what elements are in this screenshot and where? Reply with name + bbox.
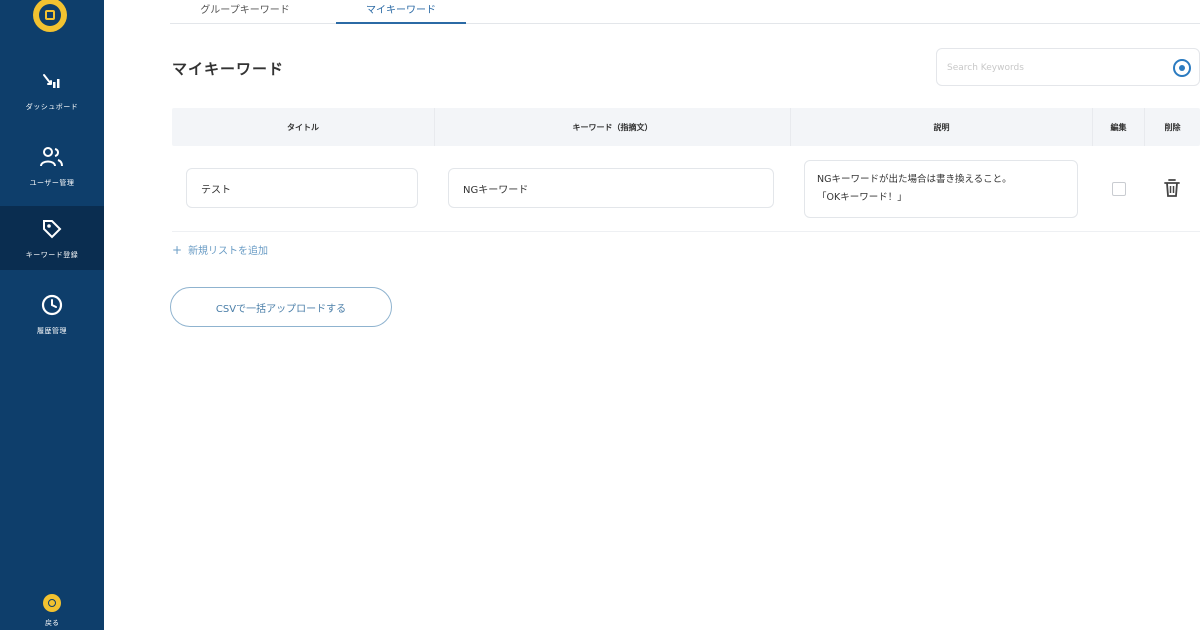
search-icon[interactable] (1173, 59, 1191, 77)
page-title: マイキーワード (172, 60, 285, 78)
column-header-edit: 編集 (1092, 108, 1144, 146)
csv-upload-button[interactable]: CSVで一括アップロードする (170, 287, 392, 327)
sidebar-item-label: 履歴管理 (37, 327, 67, 335)
sidebar-item-label: ユーザー管理 (29, 179, 75, 187)
sidebar-item-users[interactable]: ユーザー管理 (0, 134, 104, 198)
title-field[interactable]: テスト (186, 168, 418, 208)
history-icon (39, 292, 65, 318)
column-header-title: タイトル (287, 122, 319, 132)
tab-my-keywords[interactable]: マイキーワード (336, 0, 466, 24)
search-input[interactable] (947, 58, 1157, 78)
description-line: NGキーワードが出た場合は書き換えること。 (817, 174, 1012, 185)
tag-icon (39, 216, 65, 242)
tab-bar: グループキーワード マイキーワード (170, 0, 1200, 24)
description-line: 「OKキーワード！」 (817, 192, 907, 203)
sidebar-item-dashboard[interactable]: ダッシュボード (0, 58, 104, 122)
tab-group-keywords[interactable]: グループキーワード (170, 0, 320, 24)
sidebar-item-history[interactable]: 履歴管理 (0, 282, 104, 346)
sidebar: ダッシュボード ユーザー管理 キーワード登録 履歴管理 戻る (0, 0, 104, 630)
trash-icon[interactable] (1164, 178, 1180, 198)
dashboard-icon (39, 68, 65, 94)
sidebar-item-label: ダッシュボード (25, 103, 79, 111)
add-list-link[interactable]: + 新規リストを追加 (172, 242, 269, 258)
column-header-description: 説明 (790, 108, 1092, 146)
edit-checkbox[interactable] (1112, 182, 1126, 196)
table-header: タイトル キーワード（指摘文） 説明 編集 削除 (172, 108, 1200, 146)
plus-icon: + (172, 242, 183, 257)
description-field[interactable]: NGキーワードが出た場合は書き換えること。 「OKキーワード！」 (804, 160, 1078, 218)
column-header-delete: 削除 (1144, 108, 1200, 146)
keyword-table: タイトル キーワード（指摘文） 説明 編集 削除 テスト NGキーワード NGキ… (172, 108, 1200, 232)
sidebar-item-keywords[interactable]: キーワード登録 (0, 206, 104, 270)
sidebar-item-label: キーワード登録 (25, 251, 79, 259)
table-row: テスト NGキーワード NGキーワードが出た場合は書き換えること。 「OKキーワ… (172, 146, 1200, 232)
app-logo[interactable] (33, 0, 67, 32)
keyword-field[interactable]: NGキーワード (448, 168, 774, 208)
users-icon (39, 144, 65, 170)
add-list-label: 新規リストを追加 (188, 246, 269, 257)
column-header-keyword: キーワード（指摘文） (434, 108, 790, 146)
logout-icon (43, 594, 61, 612)
logout-button[interactable]: 戻る (38, 594, 66, 628)
logout-label: 戻る (45, 619, 59, 627)
search-box (936, 48, 1200, 86)
